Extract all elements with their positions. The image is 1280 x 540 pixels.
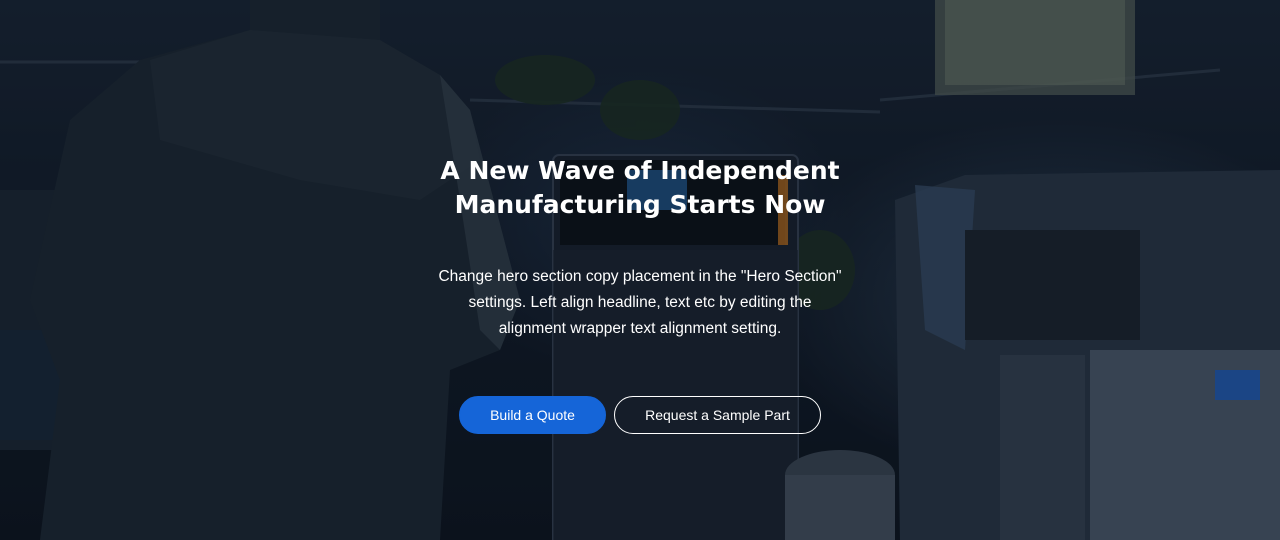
hero-section: A New Wave of Independent Manufacturing …	[0, 0, 1280, 540]
hero-body-text: Change hero section copy placement in th…	[438, 268, 842, 337]
request-sample-part-button[interactable]: Request a Sample Part	[614, 396, 821, 434]
build-a-quote-button[interactable]: Build a Quote	[459, 396, 606, 434]
hero-headline: A New Wave of Independent Manufacturing …	[440, 156, 840, 219]
